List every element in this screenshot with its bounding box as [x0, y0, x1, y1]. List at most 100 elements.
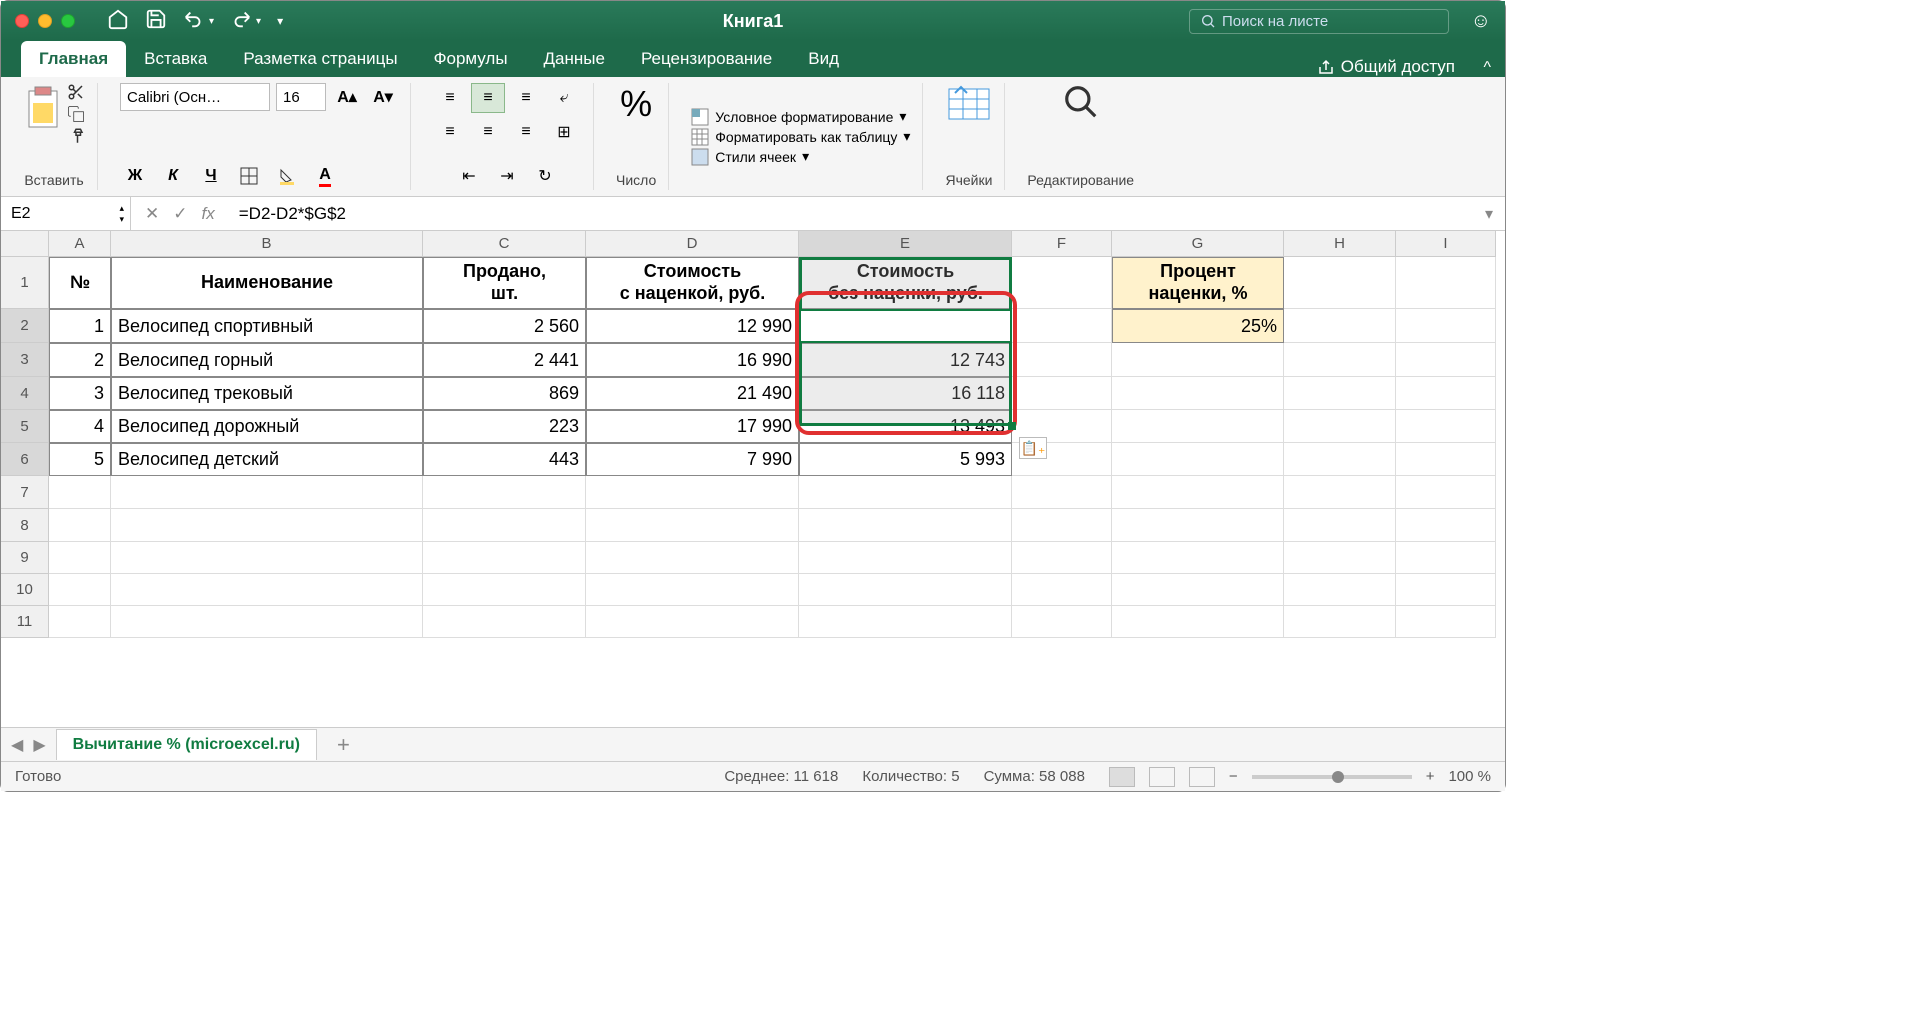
cell-E10[interactable]: [799, 574, 1012, 606]
decrease-font-icon[interactable]: A▾: [368, 83, 398, 111]
cell-G11[interactable]: [1112, 606, 1284, 638]
maximize-icon[interactable]: [61, 14, 75, 28]
cell-E3[interactable]: 12 743: [799, 343, 1012, 377]
cell-H7[interactable]: [1284, 476, 1396, 509]
collapse-ribbon-icon[interactable]: ^: [1483, 59, 1491, 77]
cell-H10[interactable]: [1284, 574, 1396, 606]
cell-C4[interactable]: 869: [423, 377, 586, 410]
cancel-formula-icon[interactable]: ✕: [145, 204, 159, 224]
percent-icon[interactable]: %: [620, 83, 652, 125]
cell-A4[interactable]: 3: [49, 377, 111, 410]
cell-I3[interactable]: [1396, 343, 1496, 377]
cell-H2[interactable]: [1284, 309, 1396, 343]
add-sheet-icon[interactable]: +: [327, 732, 360, 758]
view-normal-icon[interactable]: [1109, 767, 1135, 787]
view-page-layout-icon[interactable]: [1149, 767, 1175, 787]
redo-icon[interactable]: [230, 8, 252, 35]
tab-formulas[interactable]: Формулы: [416, 41, 526, 77]
cell-I2[interactable]: [1396, 309, 1496, 343]
search-input[interactable]: Поиск на листе: [1189, 9, 1449, 34]
fill-handle[interactable]: [1008, 422, 1016, 430]
cell-B10[interactable]: [111, 574, 423, 606]
name-box-stepper[interactable]: ▴▾: [119, 203, 124, 225]
col-header-B[interactable]: B: [111, 231, 423, 257]
cell-A3[interactable]: 2: [49, 343, 111, 377]
underline-button[interactable]: Ч: [196, 162, 226, 190]
cell-E8[interactable]: [799, 509, 1012, 542]
row-header-10[interactable]: 10: [1, 574, 49, 606]
cell-D5[interactable]: 17 990: [586, 410, 799, 443]
cell-G2[interactable]: 25%: [1112, 309, 1284, 343]
orientation-icon[interactable]: ↻: [528, 162, 562, 190]
cell-A1[interactable]: №: [49, 257, 111, 309]
paste-options-icon[interactable]: 📋₊: [1019, 437, 1047, 459]
cell-F3[interactable]: [1012, 343, 1112, 377]
cell-D10[interactable]: [586, 574, 799, 606]
cell-E4[interactable]: 16 118: [799, 377, 1012, 410]
cell-F10[interactable]: [1012, 574, 1112, 606]
cell-A2[interactable]: 1: [49, 309, 111, 343]
align-center-icon[interactable]: ≡: [471, 117, 505, 147]
name-box[interactable]: E2 ▴▾: [1, 197, 131, 230]
cell-G8[interactable]: [1112, 509, 1284, 542]
cell-F1[interactable]: [1012, 257, 1112, 309]
cell-I10[interactable]: [1396, 574, 1496, 606]
tab-data[interactable]: Данные: [526, 41, 623, 77]
cell-F9[interactable]: [1012, 542, 1112, 574]
row-header-6[interactable]: 6: [1, 443, 49, 476]
row-header-4[interactable]: 4: [1, 377, 49, 410]
row-header-5[interactable]: 5: [1, 410, 49, 443]
cell-A9[interactable]: [49, 542, 111, 574]
cell-H1[interactable]: [1284, 257, 1396, 309]
col-header-D[interactable]: D: [586, 231, 799, 257]
cell-G1[interactable]: Процентнаценки, %: [1112, 257, 1284, 309]
cell-C5[interactable]: 223: [423, 410, 586, 443]
cell-B3[interactable]: Велосипед горный: [111, 343, 423, 377]
cell-B5[interactable]: Велосипед дорожный: [111, 410, 423, 443]
cell-H9[interactable]: [1284, 542, 1396, 574]
cell-F11[interactable]: [1012, 606, 1112, 638]
increase-font-icon[interactable]: A▴: [332, 83, 362, 111]
cell-E11[interactable]: [799, 606, 1012, 638]
autosave-icon[interactable]: [107, 8, 129, 35]
row-header-1[interactable]: 1: [1, 257, 49, 309]
cell-D8[interactable]: [586, 509, 799, 542]
paste-icon[interactable]: [23, 83, 63, 131]
cell-H5[interactable]: [1284, 410, 1396, 443]
minimize-icon[interactable]: [38, 14, 52, 28]
cell-A6[interactable]: 5: [49, 443, 111, 476]
expand-formula-icon[interactable]: ▾: [1473, 204, 1505, 224]
cell-C10[interactable]: [423, 574, 586, 606]
row-header-8[interactable]: 8: [1, 509, 49, 542]
cell-B11[interactable]: [111, 606, 423, 638]
cell-H11[interactable]: [1284, 606, 1396, 638]
align-left-icon[interactable]: ≡: [433, 117, 467, 147]
cell-I8[interactable]: [1396, 509, 1496, 542]
sheet-nav-prev-icon[interactable]: ◀: [11, 735, 23, 755]
cell-D11[interactable]: [586, 606, 799, 638]
col-header-E[interactable]: E: [799, 231, 1012, 257]
cell-B1[interactable]: Наименование: [111, 257, 423, 309]
cell-E9[interactable]: [799, 542, 1012, 574]
cell-C2[interactable]: 2 560: [423, 309, 586, 343]
row-header-11[interactable]: 11: [1, 606, 49, 638]
zoom-in-icon[interactable]: +: [1426, 768, 1435, 785]
cell-C8[interactable]: [423, 509, 586, 542]
view-page-break-icon[interactable]: [1189, 767, 1215, 787]
cell-B7[interactable]: [111, 476, 423, 509]
conditional-formatting-button[interactable]: Условное форматирование ▾: [691, 108, 910, 126]
cell-A10[interactable]: [49, 574, 111, 606]
fill-color-icon[interactable]: [272, 162, 302, 190]
italic-button[interactable]: К: [158, 162, 188, 190]
col-header-A[interactable]: A: [49, 231, 111, 257]
col-header-F[interactable]: F: [1012, 231, 1112, 257]
cell-C6[interactable]: 443: [423, 443, 586, 476]
row-header-2[interactable]: 2: [1, 309, 49, 343]
cell-F7[interactable]: [1012, 476, 1112, 509]
cell-E7[interactable]: [799, 476, 1012, 509]
cell-I7[interactable]: [1396, 476, 1496, 509]
cell-B2[interactable]: Велосипед спортивный: [111, 309, 423, 343]
cell-A11[interactable]: [49, 606, 111, 638]
cell-H3[interactable]: [1284, 343, 1396, 377]
feedback-icon[interactable]: ☺: [1471, 10, 1491, 33]
